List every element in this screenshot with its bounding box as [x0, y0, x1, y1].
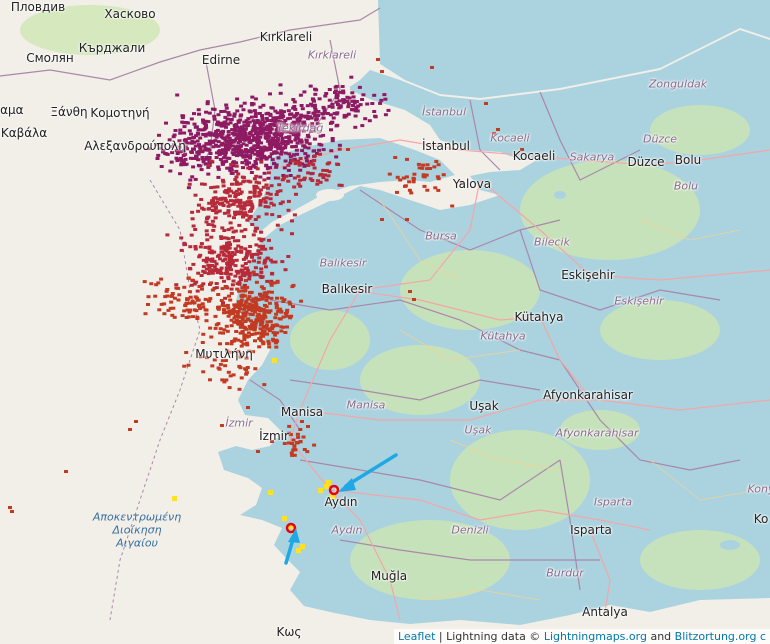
map-attribution: Leaflet | Lightning data © Lightningmaps…	[393, 629, 770, 644]
arrow-aydin	[344, 453, 398, 488]
annotation-arrows	[284, 453, 398, 565]
map-view[interactable]: Пловдив Хасково Кърджали Смолян Kırklareli Kı…	[0, 0, 770, 644]
blitzortung-link[interactable]: Blitzortung.org c	[675, 630, 766, 643]
arrow-kusadasi-head	[288, 528, 300, 543]
leaflet-link[interactable]: Leaflet	[398, 630, 435, 643]
attribution-and: and	[646, 630, 675, 643]
attribution-text: | Lightning data ©	[435, 630, 544, 643]
lightningmaps-link[interactable]: Lightningmaps.org	[544, 630, 647, 643]
